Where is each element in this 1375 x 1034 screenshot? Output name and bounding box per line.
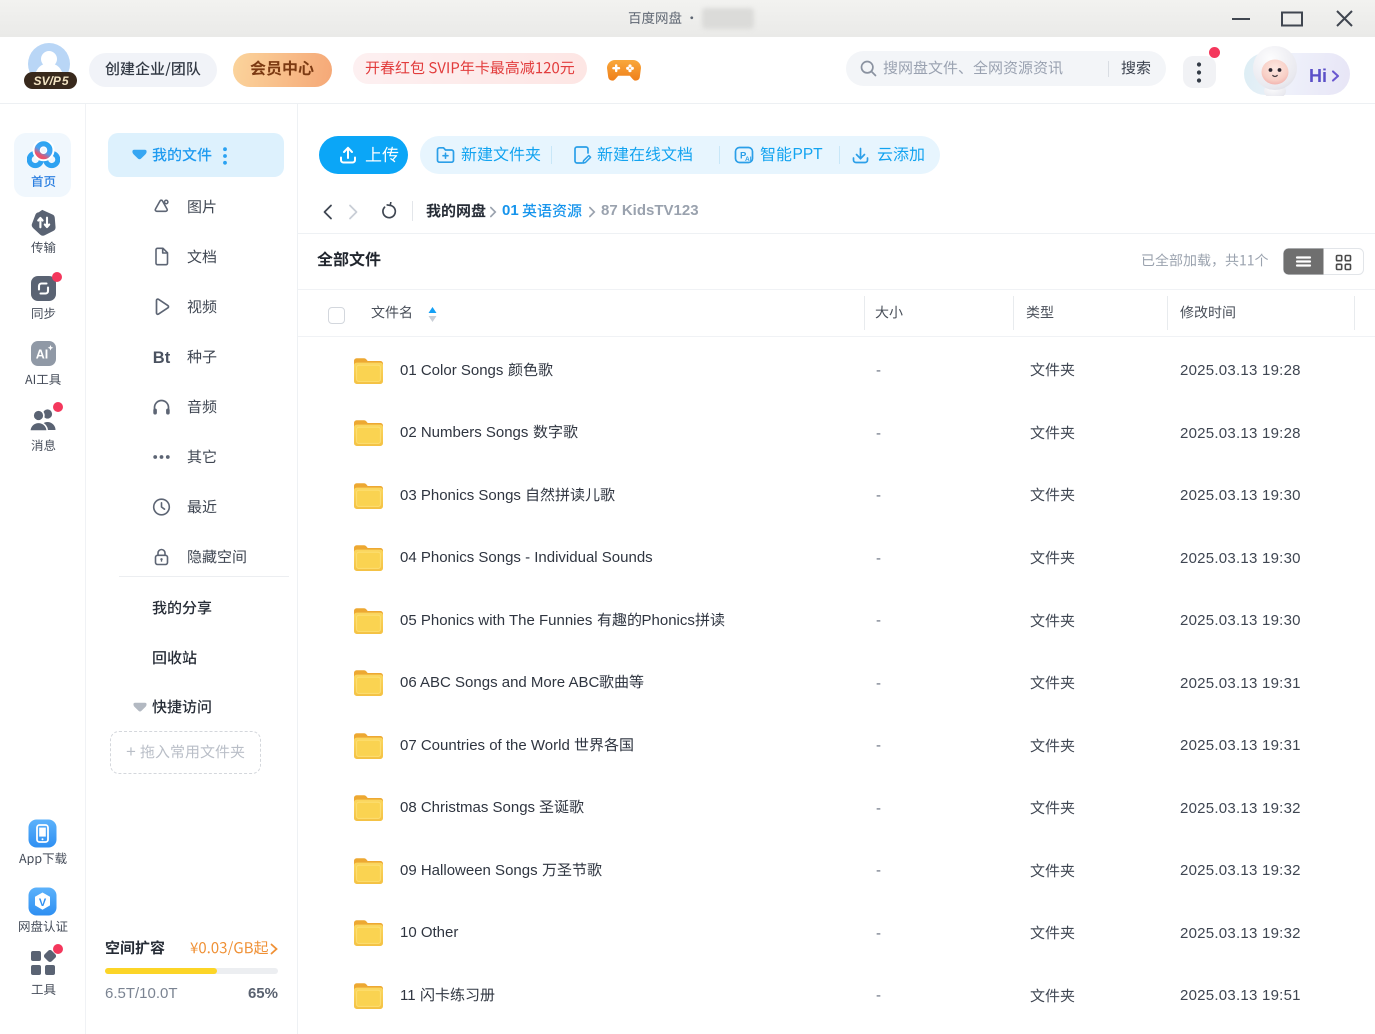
svg-text:V: V — [39, 897, 47, 909]
svg-text:Bt: Bt — [153, 349, 171, 367]
svg-text:AI: AI — [745, 156, 752, 163]
svg-text:AI: AI — [36, 348, 49, 362]
